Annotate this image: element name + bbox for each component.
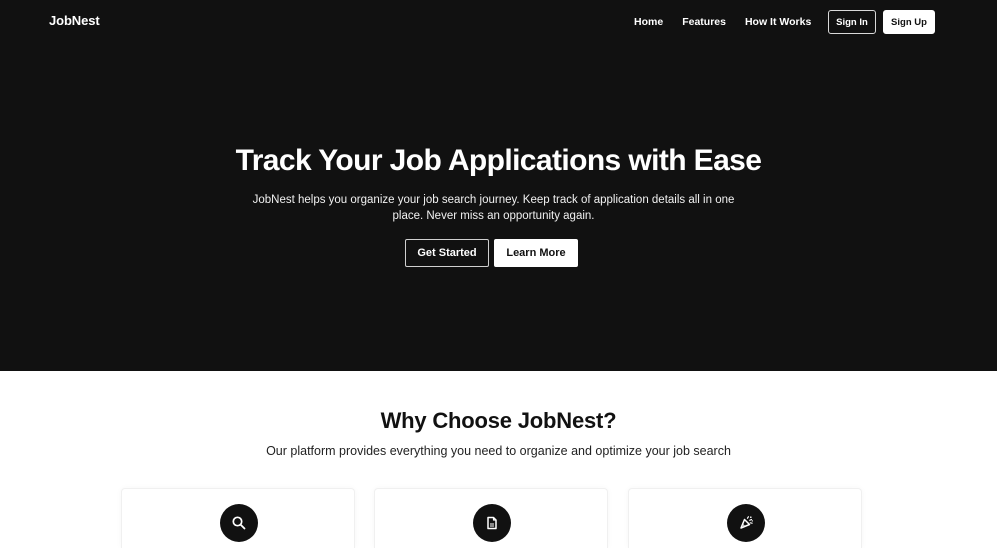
hero-subtitle: JobNest helps you organize your job sear… xyxy=(252,194,735,222)
party-popper-icon xyxy=(727,504,765,542)
nav-link-home[interactable]: Home xyxy=(634,16,663,28)
feature-card-search xyxy=(121,488,355,548)
learn-more-button[interactable]: Learn More xyxy=(494,239,578,267)
get-started-button[interactable]: Get Started xyxy=(405,239,489,267)
nav-link-features[interactable]: Features xyxy=(682,16,726,28)
hero-title: Track Your Job Applications with Ease xyxy=(235,144,762,177)
features-title: Why Choose JobNest? xyxy=(380,408,617,433)
hero-section: JobNest Home Features How It Works Sign … xyxy=(0,0,997,371)
nav-link-how-it-works[interactable]: How It Works xyxy=(745,16,811,28)
nav-links: Home Features How It Works xyxy=(634,16,811,28)
brand-logo[interactable]: JobNest xyxy=(49,13,100,28)
sign-up-button[interactable]: Sign Up xyxy=(883,10,935,34)
search-icon xyxy=(220,504,258,542)
features-section: Why Choose JobNest? Our platform provide… xyxy=(0,371,997,548)
top-navigation: JobNest Home Features How It Works Sign … xyxy=(0,0,997,44)
hero-actions: Get Started Learn More xyxy=(405,239,578,267)
feature-card-documents xyxy=(374,488,608,548)
features-subtitle: Our platform provides everything you nee… xyxy=(266,444,731,458)
feature-card-celebration xyxy=(628,488,862,548)
sign-in-button[interactable]: Sign In xyxy=(828,10,876,34)
document-icon xyxy=(473,504,511,542)
